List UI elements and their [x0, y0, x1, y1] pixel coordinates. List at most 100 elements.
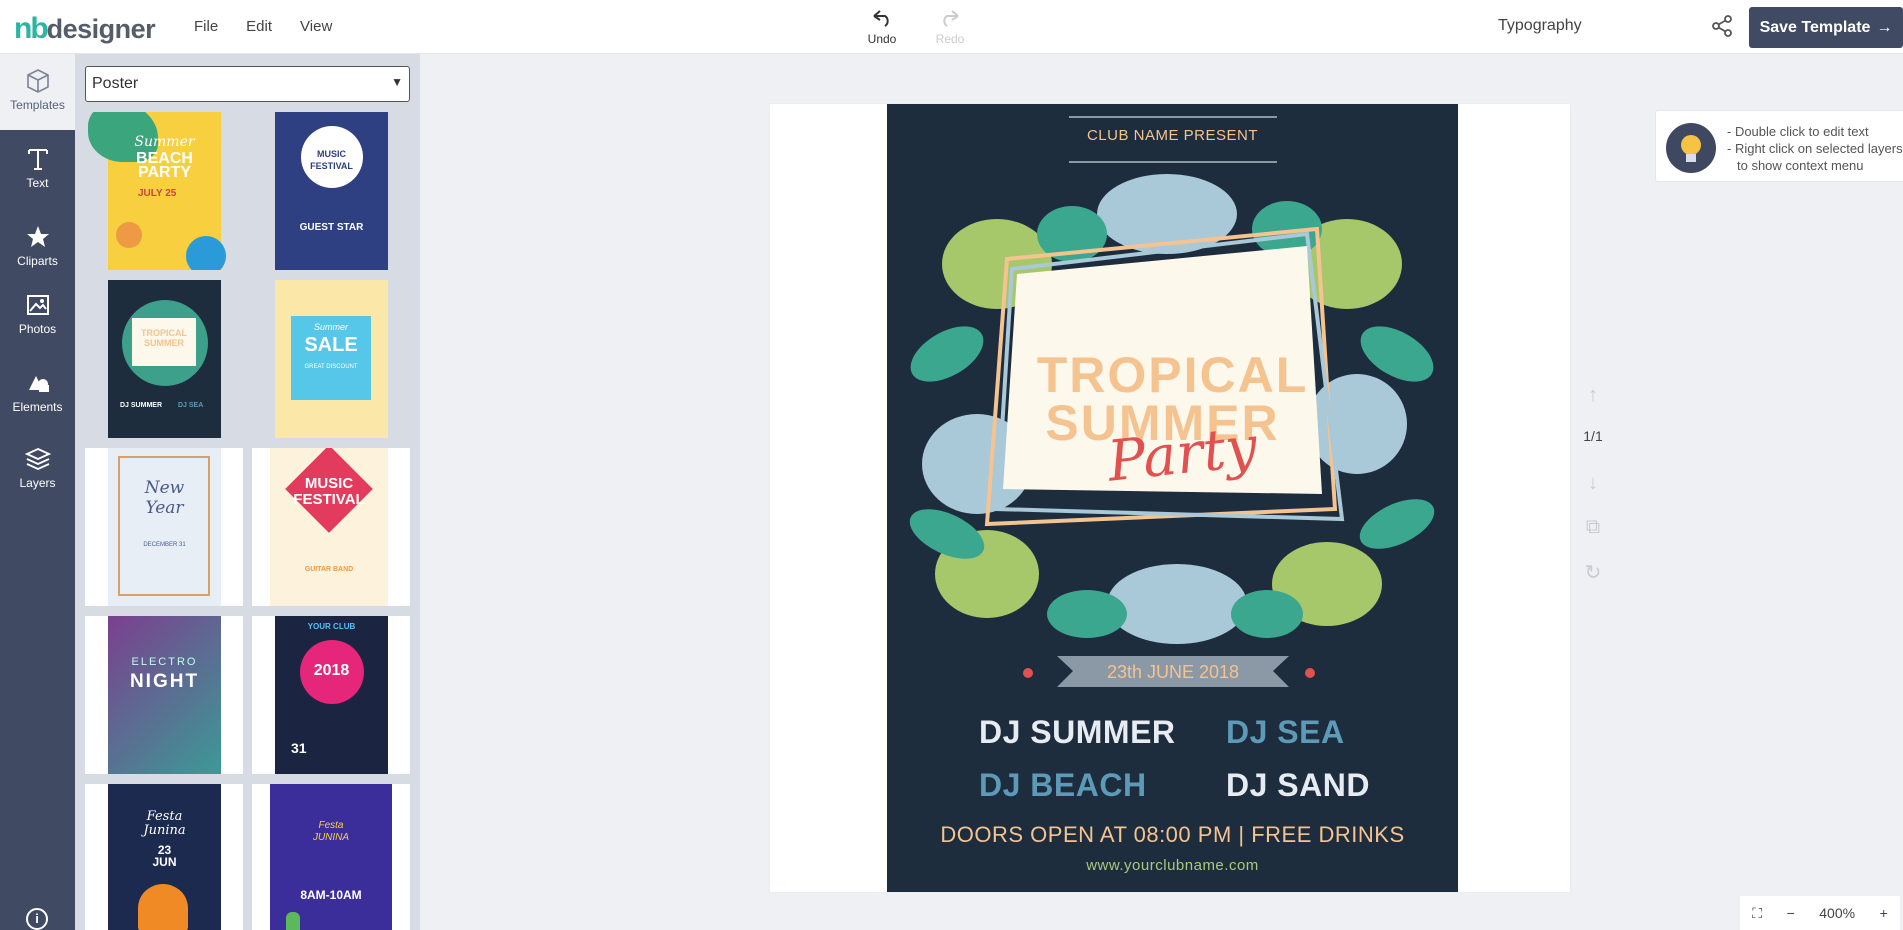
thumb-text: 23 JUN [108, 844, 221, 868]
thumb-text: 8AM-10AM [300, 888, 362, 902]
sidebar-item-elements[interactable]: Elements [0, 364, 75, 428]
tip-line-1: - Double click to edit text [1727, 124, 1869, 139]
template-thumb[interactable]: Summer SALE GREAT DISCOUNT [252, 280, 410, 438]
template-thumb[interactable]: Summer BEACH PARTY JULY 25 [85, 112, 243, 270]
poster-dj-2[interactable]: DJ SEA [1226, 714, 1345, 751]
template-poster-electro: ELECTRO NIGHT [108, 616, 221, 774]
text-icon [27, 149, 48, 170]
sidebar-label-cliparts: Cliparts [17, 254, 58, 268]
poster-date[interactable]: 23th JUNE 2018 [1057, 662, 1289, 683]
thumb-text: Summer [134, 134, 195, 150]
thumb-text-line: New [144, 478, 185, 498]
template-thumb[interactable]: ELECTRO NIGHT [85, 616, 243, 774]
menu-edit[interactable]: Edit [246, 18, 272, 35]
lightbulb-graphic [1681, 135, 1701, 162]
thumb-text: GUEST STAR [299, 222, 364, 233]
copy-icon[interactable]: ⧉ [1578, 516, 1608, 560]
fire-shape [138, 884, 188, 930]
tip-line-3: to show context menu [1737, 158, 1864, 173]
template-poster-sale: Summer SALE GREAT DISCOUNT [275, 280, 388, 438]
sidebar-label-text: Text [26, 176, 49, 190]
redo-button[interactable]: Redo [930, 8, 970, 46]
thumb-text: DJ SUMMER [120, 402, 163, 409]
thumb-text: JULY 25 [138, 188, 177, 199]
poster-dj-4[interactable]: DJ SAND [1226, 767, 1370, 804]
thumb-text-line: TROPICAL [141, 328, 187, 338]
save-template-button[interactable]: Save Template → [1749, 7, 1903, 48]
thumb-text-line: JUNINA [312, 832, 350, 843]
star-icon [26, 226, 49, 247]
sidebar-label-layers: Layers [19, 476, 56, 490]
sidebar-item-photos[interactable]: Photos [0, 286, 75, 350]
template-thumb[interactable]: Festa Junina 23 JUN [85, 784, 243, 930]
arrow-down-icon[interactable]: ↓ [1578, 472, 1608, 516]
thumb-text: SALE [304, 334, 358, 356]
typography-button[interactable]: Typography [1498, 17, 1582, 35]
poster-doors-text[interactable]: DOORS OPEN AT 08:00 PM | FREE DRINKS [887, 822, 1458, 848]
refresh-icon[interactable]: ↻ [1578, 560, 1608, 604]
thumb-text: DJ SEA [178, 402, 204, 409]
thumb-text-line: Year [145, 498, 184, 518]
page-indicator: 1/1 [1583, 428, 1603, 444]
divider-top [1069, 116, 1277, 118]
templates-panel: Poster ▼ Summer BEACH PARTY JULY 25 MUSIC… [75, 54, 420, 930]
sidebar-item-text[interactable]: Text [0, 140, 75, 204]
fullscreen-icon[interactable]: ⛶ [1752, 905, 1762, 922]
poster-canvas[interactable]: CLUB NAME PRESENT TROPICAL SUMMER Party … [887, 104, 1458, 892]
date-dot-left [1023, 668, 1033, 678]
category-select[interactable]: Poster ▼ [85, 66, 410, 102]
template-thumb[interactable]: New Year DECEMBER 31 [85, 448, 243, 606]
thumb-text: Summer [313, 322, 348, 332]
template-poster-club2018: YOUR CLUB 2018 31 [275, 616, 388, 774]
thumb-text: TROPICAL SUMMER [132, 328, 196, 348]
umbrella-shape [186, 236, 226, 270]
template-thumb[interactable]: TROPICAL SUMMER DJ SUMMER DJ SEA [85, 280, 243, 438]
template-poster-festa2: Festa JUNINA 8AM-10AM [270, 784, 392, 930]
template-thumb[interactable]: MUSIC FESTIVAL GUITAR BAND [252, 448, 410, 606]
template-thumb[interactable]: Festa JUNINA 8AM-10AM [252, 784, 410, 930]
thumb-text: New Year [108, 478, 221, 518]
undo-icon [873, 10, 889, 27]
logo-designer: designer [46, 14, 156, 44]
thumb-text: Festa Junina [108, 810, 221, 838]
arrow-up-icon[interactable]: ↑ [1578, 384, 1608, 428]
poster-club-text[interactable]: CLUB NAME PRESENT [887, 127, 1458, 144]
redo-icon [943, 10, 959, 27]
main-menu: File Edit View [194, 18, 332, 35]
sidebar-label-elements: Elements [12, 400, 63, 414]
thumb-text-line: Junina [143, 823, 186, 838]
tip-box: - Double click to edit text - Right clic… [1655, 110, 1903, 182]
zoom-in-icon[interactable]: + [1880, 905, 1888, 921]
menu-file[interactable]: File [194, 18, 218, 35]
share-icon[interactable] [1710, 14, 1734, 38]
thumb-text-line: Festa [318, 820, 344, 831]
logo-nb: nb [14, 12, 49, 45]
poster-dj-3[interactable]: DJ BEACH [979, 767, 1147, 804]
thumb-text: MUSIC FESTIVAL [270, 476, 388, 508]
zoom-level: 400% [1819, 905, 1856, 921]
thumb-text: DECEMBER 31 [143, 542, 186, 548]
template-poster-summer: Summer BEACH PARTY JULY 25 [88, 112, 226, 270]
undo-button[interactable]: Undo [862, 8, 902, 46]
info-icon[interactable]: i [26, 908, 48, 930]
template-poster-festa: Festa Junina 23 JUN [108, 784, 221, 930]
poster-title-tropical[interactable]: TROPICAL [887, 349, 1458, 401]
thumb-text: GREAT DISCOUNT [304, 364, 358, 370]
template-thumb[interactable]: YOUR CLUB 2018 31 [252, 616, 410, 774]
redo-label: Redo [935, 32, 965, 46]
thumb-text: ELECTRO [131, 656, 198, 668]
sidebar-item-layers[interactable]: Layers [0, 440, 75, 504]
sidebar-item-cliparts[interactable]: Cliparts [0, 218, 75, 282]
logo[interactable]: nb designer [14, 12, 156, 45]
sidebar-item-templates[interactable]: Templates [0, 54, 75, 130]
tip-text: - Double click to edit text - Right clic… [1727, 123, 1903, 174]
undo-redo-group: Undo Redo [862, 8, 970, 46]
zoom-out-icon[interactable]: − [1787, 905, 1795, 921]
poster-dj-1[interactable]: DJ SUMMER [979, 714, 1176, 751]
template-thumb[interactable]: MUSIC FESTIVAL GUEST STAR [252, 112, 410, 270]
poster-website[interactable]: www.yourclubname.com [887, 857, 1458, 874]
page-tools: ↑ 1/1 ↓ ⧉ ↻ [1578, 384, 1608, 604]
thumb-text-line: SUMMER [144, 338, 184, 348]
thumb-text: 2018 [313, 662, 350, 679]
menu-view[interactable]: View [300, 18, 332, 35]
